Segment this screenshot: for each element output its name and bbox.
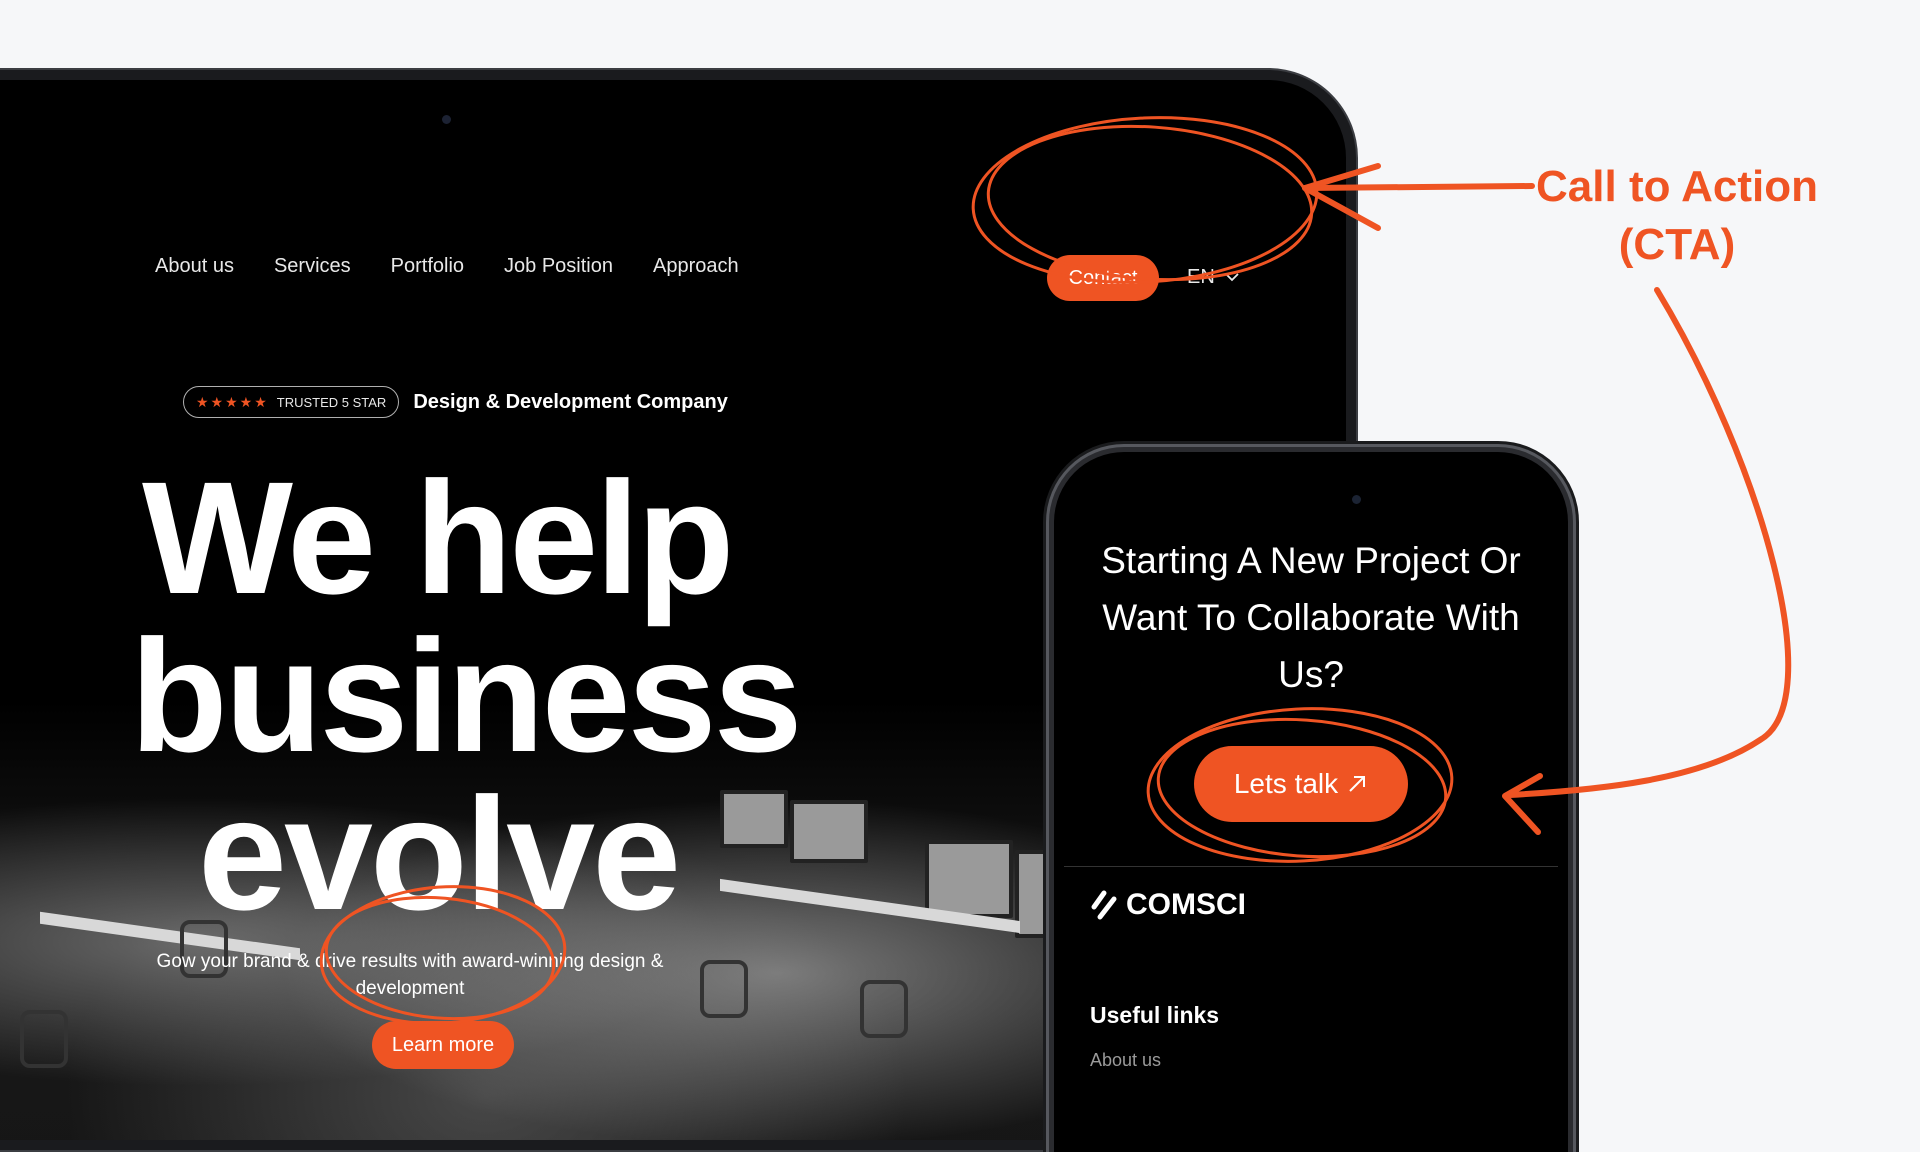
phone-camera [1352,495,1361,504]
monitor-graphic [720,790,788,848]
trusted-badge: ★★★★★ TRUSTED 5 STAR [183,386,400,418]
comsci-logo[interactable]: COMSCI [1090,888,1246,922]
company-tagline: Design & Development Company [413,390,728,413]
phone-heading: Starting A New Project Or Want To Collab… [1101,540,1521,695]
cta-annotation-line-1: Call to Action [1536,162,1818,211]
useful-links-title: Useful links [1090,1002,1220,1028]
star-rating-icon: ★★★★★ [196,393,269,410]
footer-link-about-us[interactable]: About us [1090,1050,1161,1071]
cta-annotation-line-2: (CTA) [1618,220,1736,269]
hero-title-line-2: business [130,606,803,785]
hero-title-line-3: evolve [198,764,681,943]
lets-talk-label: Lets talk [1233,768,1339,799]
chair-graphic [700,960,748,1018]
trusted-label: TRUSTED 5 STAR [276,394,387,410]
hero-title-line-1: We help [142,448,734,627]
footer-divider [1064,866,1558,867]
nav-item-job-position[interactable]: Job Position [504,255,613,278]
main-nav: About us Services Portfolio Job Position… [155,255,739,278]
comsci-logo-icon [1091,890,1117,920]
chair-graphic [860,980,908,1038]
chevron-down-icon [1225,273,1239,282]
nav-item-portfolio[interactable]: Portfolio [391,255,464,278]
cta-annotation-label: Call to Action (CTA) [1532,158,1822,274]
laptop-camera [442,115,451,124]
hero-subtitle: Gow your brand & drive results with awar… [156,951,664,999]
lets-talk-button[interactable]: Lets talk [1194,746,1408,822]
language-selector[interactable]: EN [1187,266,1239,289]
nav-item-services[interactable]: Services [274,255,351,278]
contact-button[interactable]: Contact [1047,255,1159,301]
monitor-graphic [925,840,1013,918]
nav-item-about-us[interactable]: About us [155,255,234,278]
trust-badge-row: ★★★★★ TRUSTED 5 STAR Design & Developmen… [183,386,728,418]
arrow-up-right-icon [1349,776,1366,792]
language-label: EN [1187,266,1215,288]
phone-screen: Starting A New Project Or Want To Collab… [1054,452,1568,1152]
logo-text: COMSCI [1126,888,1246,921]
chair-graphic [20,1010,68,1068]
nav-item-approach[interactable]: Approach [653,255,739,278]
monitor-graphic [790,800,868,863]
learn-more-button[interactable]: Learn more [372,1021,514,1069]
